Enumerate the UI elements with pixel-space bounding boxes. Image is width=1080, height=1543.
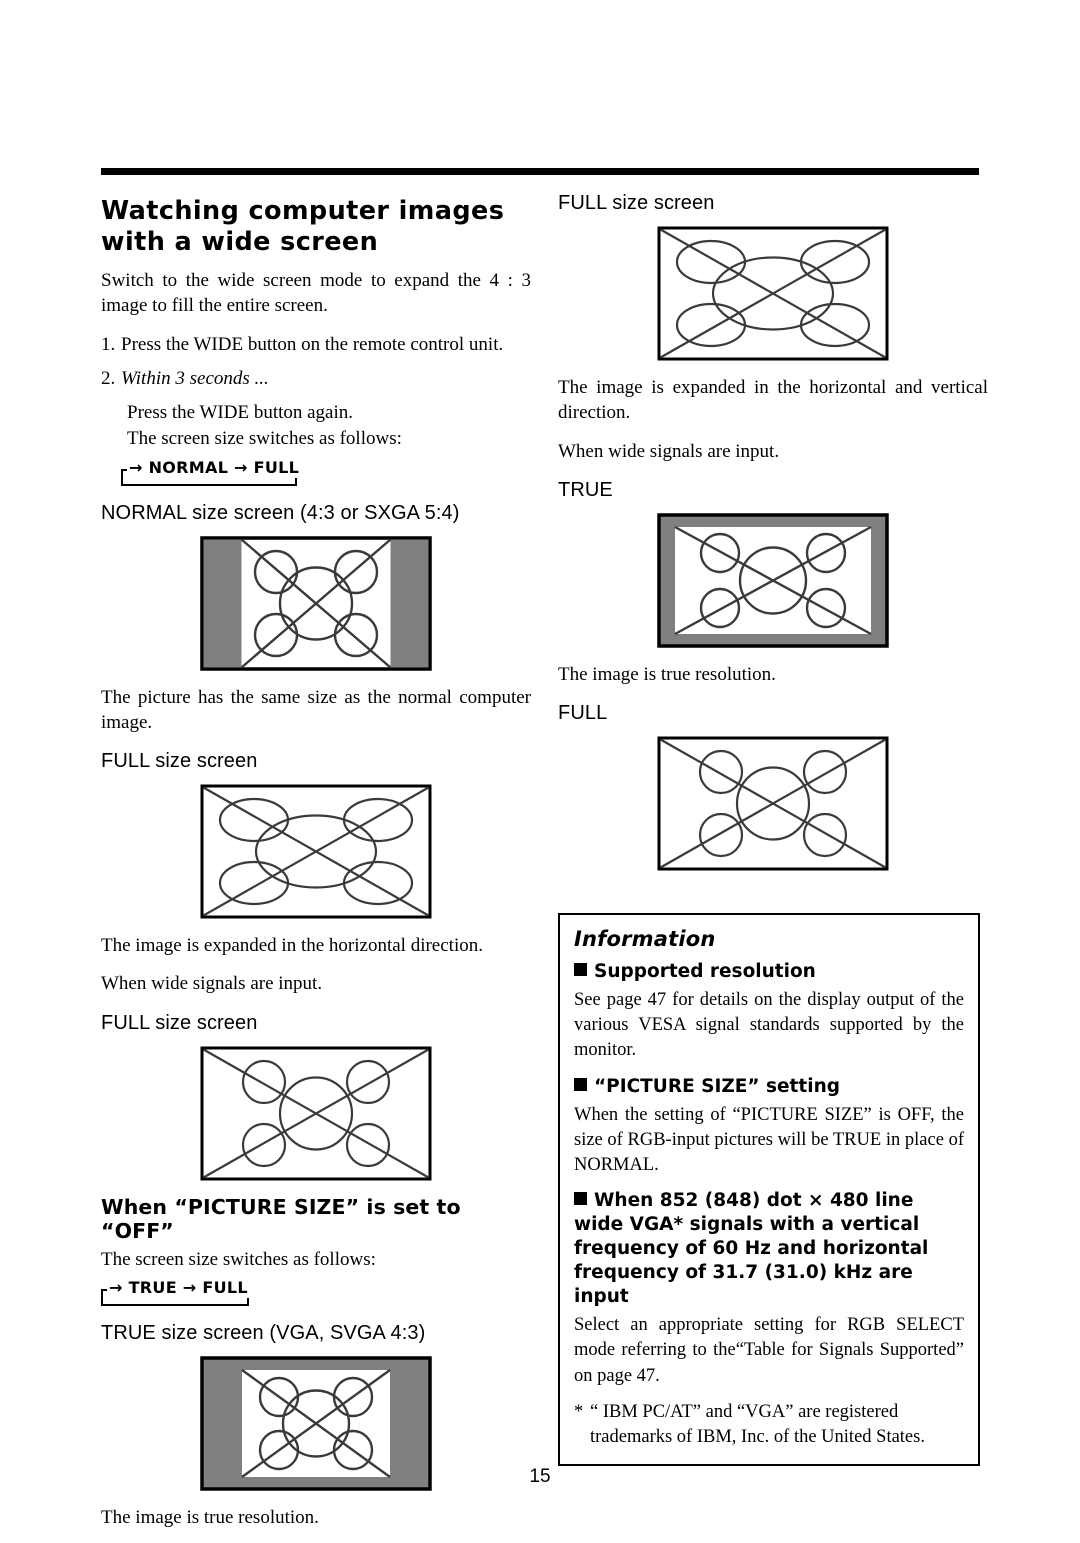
- full-size-label-2: FULL size screen: [101, 1011, 258, 1034]
- cycle-label: → NORMAL → FULL: [127, 457, 304, 478]
- true-size-label: TRUE size screen (VGA, SVGA 4:3): [101, 1321, 426, 1344]
- cycle-label: → TRUE → FULL: [107, 1277, 252, 1298]
- figure-full-wide-left: [101, 1046, 531, 1181]
- wide-signal-note-right: When wide signals are input.: [558, 440, 780, 462]
- information-body-3: Select an appropriate setting for RGB SE…: [574, 1315, 964, 1386]
- full-label-right-2: FULL: [558, 702, 608, 725]
- information-panel: Information Supported resolution See pag…: [558, 913, 980, 1467]
- true-size-caption: The image is true resolution.: [101, 1506, 319, 1528]
- figure-normal-4x3: [101, 535, 531, 671]
- full-wide-screen-figure: [200, 1046, 432, 1181]
- information-heading-3-text: When 852 (848) dot × 480 line wide VGA* …: [574, 1190, 929, 1308]
- information-title: Information: [574, 927, 716, 951]
- full-screen-figure-right: [657, 736, 889, 871]
- right-column: FULL size screen The image is expanded i…: [558, 190, 988, 885]
- intro-paragraph: Switch to the wide screen mode to expand…: [101, 270, 531, 317]
- full-size-label-1: FULL size screen: [101, 750, 258, 773]
- document-page: Watching computer images with a wide scr…: [0, 0, 1080, 1528]
- figure-true-thin-right: [558, 513, 988, 648]
- full-stretched-screen-figure: [200, 784, 432, 919]
- step-detail-line-1: Press the WIDE button again.: [127, 402, 354, 424]
- wide-signal-note-left: When wide signals are input.: [101, 973, 323, 995]
- page-number: 15: [529, 1466, 551, 1487]
- bullet-square-icon: [574, 963, 587, 976]
- cycle-diagram-true-full: → TRUE → FULL: [101, 1277, 531, 1308]
- full-size-caption-right-1: The image is expanded in the horizontal …: [558, 377, 988, 424]
- step-item-1: 1. Press the WIDE button on the remote c…: [101, 332, 531, 357]
- information-heading-2: “PICTURE SIZE” setting: [574, 1075, 964, 1099]
- picture-size-off-sub: The screen size switches as follows:: [101, 1248, 376, 1270]
- step-text: Press the WIDE button on the remote cont…: [121, 333, 504, 355]
- bullet-square-icon: [574, 1077, 587, 1091]
- cycle-diagram-normal-full: → NORMAL → FULL: [121, 457, 531, 488]
- true-thin-screen-figure: [657, 513, 889, 648]
- true-caption-right: The image is true resolution.: [558, 663, 776, 685]
- information-heading-2-text: “PICTURE SIZE” setting: [594, 1075, 841, 1097]
- information-footnote: * “ IBM PC/AT” and “VGA” are registered …: [574, 1400, 964, 1450]
- full-size-caption-1: The image is expanded in the horizontal …: [101, 935, 483, 957]
- step-item-2: 2. Within 3 seconds ...: [101, 366, 531, 391]
- left-column: Watching computer images with a wide scr…: [101, 190, 531, 1543]
- normal-screen-figure: [200, 535, 432, 671]
- page-title: Watching computer images with a wide scr…: [101, 196, 505, 258]
- step-detail-line-2: The screen size switches as follows:: [127, 427, 402, 449]
- figure-full-stretched-left: [101, 784, 531, 919]
- figure-full-right: [558, 736, 988, 871]
- information-heading-1-text: Supported resolution: [594, 961, 816, 982]
- figure-full-stretched-right: [558, 226, 988, 361]
- full-size-label-right-1: FULL size screen: [558, 192, 715, 214]
- header-rule: [101, 168, 979, 175]
- information-body-2: When the setting of “PICTURE SIZE” is OF…: [574, 1104, 964, 1175]
- footnote-text: “ IBM PC/AT” and “VGA” are registered tr…: [590, 1401, 925, 1447]
- true-label-right: TRUE: [558, 478, 613, 501]
- bullet-square-icon: [574, 1192, 587, 1206]
- step-number: 1.: [101, 333, 116, 355]
- step-text: Within 3 seconds ...: [121, 368, 269, 390]
- step-detail-lines: Press the WIDE button again. The screen …: [127, 400, 531, 451]
- normal-size-label: NORMAL size screen (4:3 or SXGA 5:4): [101, 501, 460, 524]
- information-body-1: See page 47 for details on the display o…: [574, 990, 964, 1061]
- normal-size-caption: The picture has the same size as the nor…: [101, 686, 531, 733]
- step-list: 1. Press the WIDE button on the remote c…: [101, 332, 531, 392]
- information-heading-3: When 852 (848) dot × 480 line wide VGA* …: [574, 1189, 964, 1309]
- footnote-marker: *: [574, 1401, 584, 1422]
- full-stretched-screen-figure-right: [657, 226, 889, 361]
- picture-size-off-heading: When “PICTURE SIZE” is set to “OFF”: [101, 1194, 461, 1243]
- information-heading-1: Supported resolution: [574, 960, 964, 984]
- step-number: 2.: [101, 368, 116, 390]
